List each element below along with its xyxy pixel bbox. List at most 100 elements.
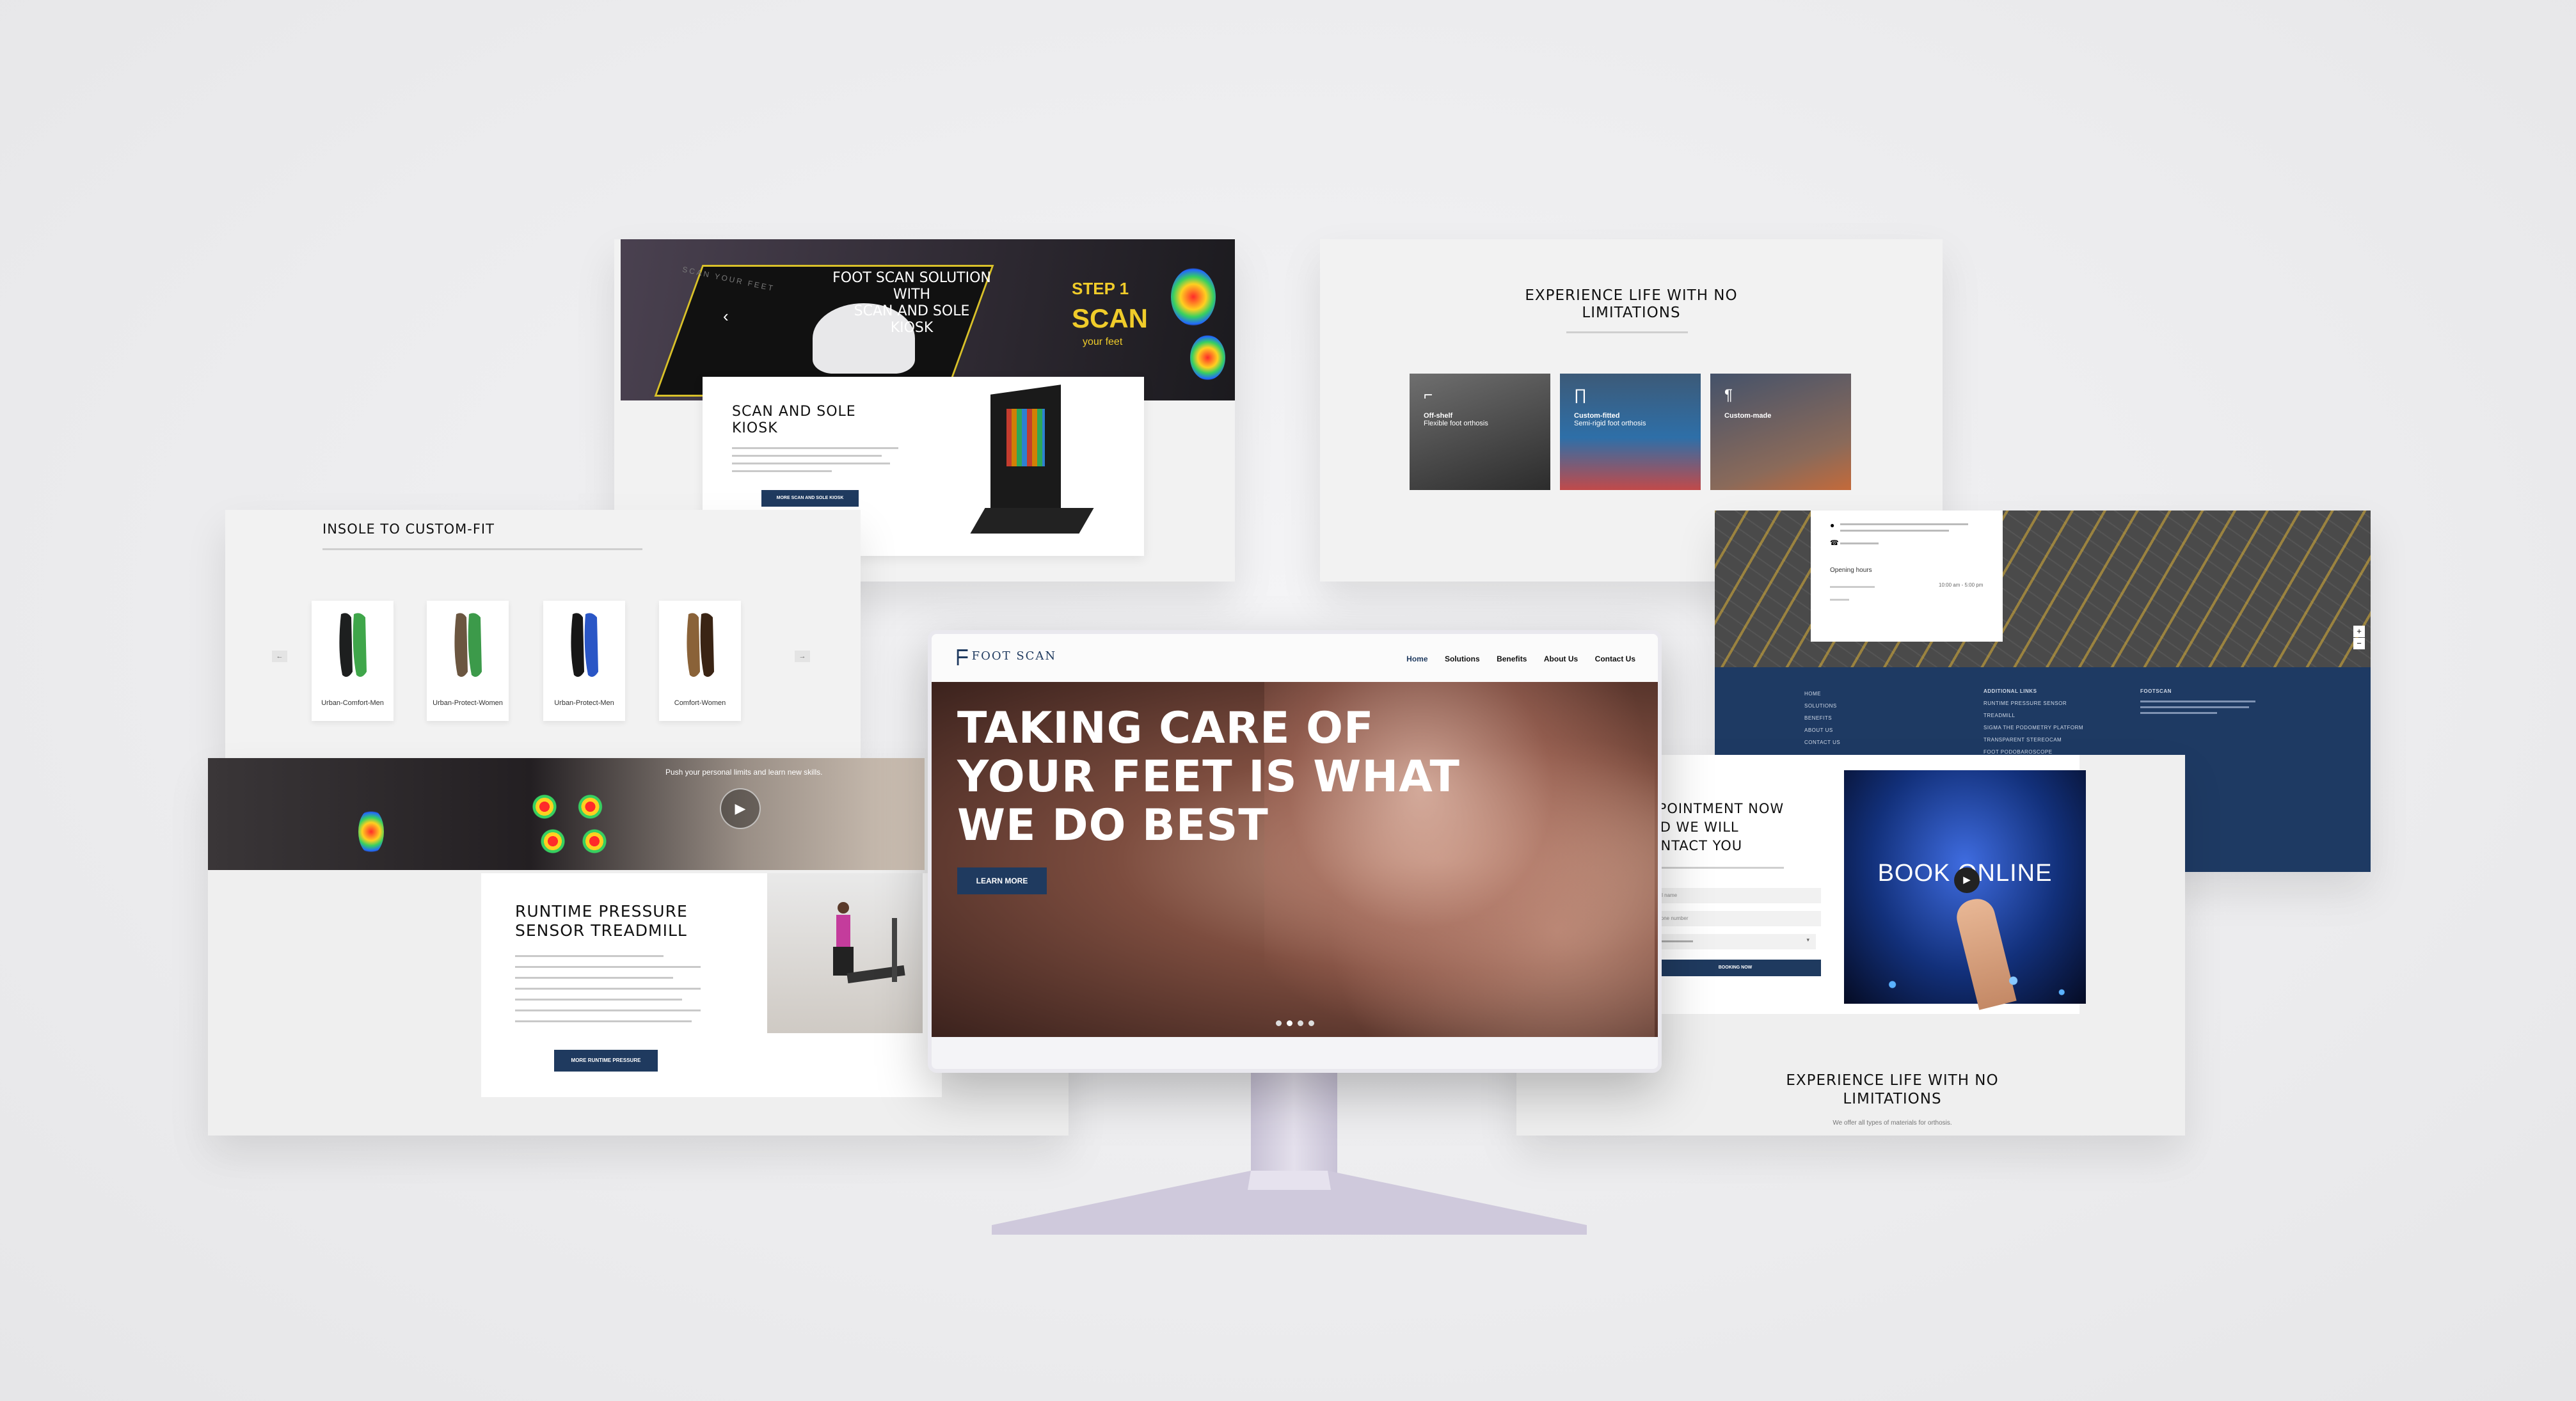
carousel-dot[interactable] bbox=[1297, 1020, 1303, 1026]
treadmill-banner: ▶ Push your personal limits and learn ne… bbox=[208, 758, 925, 870]
book-online-image[interactable]: BOOK ONLINE ▶ bbox=[1844, 770, 2086, 1010]
map-zoom-out-button[interactable]: − bbox=[2353, 638, 2365, 649]
foot-icon: ¶ bbox=[1724, 386, 1733, 404]
treadmill-title: RUNTIME PRESSURE SENSOR TREADMILL bbox=[515, 902, 688, 940]
insole-label: Urban-Protect-Men bbox=[554, 699, 614, 707]
footer-link[interactable]: FOOT PODOBAROSCOPE bbox=[1984, 749, 2083, 755]
nav-about-us[interactable]: About Us bbox=[1544, 654, 1578, 663]
footer-link[interactable]: TRANSPARENT STEREOCAM bbox=[1984, 737, 2083, 743]
insoles-title: INSOLE TO CUSTOM-FIT bbox=[322, 521, 495, 537]
footer-link[interactable]: ABOUT US bbox=[1804, 727, 1840, 733]
phone-icon: ☎ bbox=[1830, 539, 1839, 547]
offer-card-custommade[interactable]: ¶ Custom-made bbox=[1710, 374, 1851, 490]
offers-subtitle-line bbox=[1566, 331, 1688, 333]
bottom-title-line1: EXPERIENCE LIFE WITH NO bbox=[1786, 1072, 1999, 1089]
heatmap-icon bbox=[358, 809, 384, 854]
heatmap-icon bbox=[528, 784, 611, 860]
carousel-dots bbox=[932, 1018, 1658, 1029]
nav-benefits[interactable]: Benefits bbox=[1497, 654, 1527, 663]
boot-icon: ⌐ bbox=[1424, 386, 1433, 404]
footer-col-title: FOOTSCAN bbox=[2140, 688, 2172, 694]
bottom-title-line2: LIMITATIONS bbox=[1843, 1091, 1942, 1107]
logo[interactable]: ᖴ FOOT SCAN bbox=[956, 645, 1056, 671]
scan-sub: your feet bbox=[1083, 336, 1123, 347]
footer-link[interactable]: TREADMILL bbox=[1984, 713, 2083, 718]
carousel-next-button[interactable]: → bbox=[795, 651, 810, 662]
more-kiosk-button[interactable]: MORE SCAN AND SOLE KIOSK bbox=[761, 490, 859, 507]
hero-title-line1: TAKING CARE OF bbox=[957, 703, 1374, 754]
insole-card[interactable]: Comfort-Women bbox=[659, 601, 741, 721]
offers-title-line1: EXPERIENCE LIFE WITH NO bbox=[1525, 287, 1738, 304]
heatmap-icon bbox=[1171, 268, 1216, 326]
booking-now-button[interactable]: BOOKING NOW bbox=[1650, 960, 1821, 976]
offer-label: Custom-made bbox=[1724, 412, 1772, 420]
hero-title: TAKING CARE OF YOUR FEET IS WHAT WE DO B… bbox=[957, 704, 1460, 850]
offers-title-line2: LIMITATIONS bbox=[1582, 305, 1681, 321]
kiosk-title-line2: KIOSK bbox=[732, 420, 778, 436]
full-name-field[interactable]: Full name bbox=[1650, 888, 1821, 903]
insole-card[interactable]: Urban-Comfort-Men bbox=[312, 601, 394, 721]
banner-line1: FOOT SCAN SOLUTION bbox=[832, 270, 991, 286]
offer-label: Custom-fitted Semi-rigid foot orthosis bbox=[1574, 412, 1646, 427]
monitor-screen: ᖴ FOOT SCAN Home Solutions Benefits Abou… bbox=[928, 630, 1662, 1073]
date-select[interactable]: ▾ bbox=[1650, 934, 1816, 949]
play-video-button[interactable]: ▶ bbox=[720, 788, 761, 829]
carousel-dot[interactable] bbox=[1286, 1020, 1292, 1026]
insole-icon: ∏ bbox=[1574, 386, 1587, 404]
kiosk-card-title: SCAN AND SOLE KIOSK bbox=[732, 404, 856, 437]
prev-slide-icon[interactable]: ‹ bbox=[723, 306, 729, 326]
phone-number-field[interactable]: Phone number bbox=[1650, 911, 1821, 926]
nav-contact-us[interactable]: Contact Us bbox=[1595, 654, 1635, 663]
insole-image bbox=[687, 613, 714, 677]
bottom-offers-title: EXPERIENCE LIFE WITH NO LIMITATIONS bbox=[1600, 1072, 2185, 1109]
footer-link[interactable]: BENEFITS bbox=[1804, 715, 1840, 721]
footer-link[interactable]: CONTACT US bbox=[1804, 740, 1840, 745]
offer-card-offshelf[interactable]: ⌐ Off-shelf Flexible foot orthosis bbox=[1410, 374, 1550, 490]
opening-hours-label: Opening hours bbox=[1830, 567, 1872, 574]
step-badge: STEP 1 bbox=[1072, 279, 1129, 298]
main-nav: Home Solutions Benefits About Us Contact… bbox=[1392, 653, 1635, 665]
hero-section: TAKING CARE OF YOUR FEET IS WHAT WE DO B… bbox=[932, 682, 1658, 1037]
insole-image bbox=[339, 613, 367, 677]
insole-card[interactable]: Urban-Protect-Men bbox=[543, 601, 625, 721]
nav-solutions[interactable]: Solutions bbox=[1445, 654, 1480, 663]
play-video-button[interactable]: ▶ bbox=[1954, 867, 1980, 893]
insole-image bbox=[454, 613, 482, 677]
hours-range: 10:00 am - 5:00 pm bbox=[1939, 582, 1984, 588]
footer-link[interactable]: HOME bbox=[1804, 691, 1840, 697]
insoles-subtitle-line bbox=[322, 548, 642, 550]
footer-links-col1: HOME SOLUTIONS BENEFITS ABOUT US CONTACT… bbox=[1804, 691, 1840, 752]
carousel-dot[interactable] bbox=[1275, 1020, 1282, 1026]
site-header: ᖴ FOOT SCAN Home Solutions Benefits Abou… bbox=[932, 634, 1658, 682]
insoles-panel: INSOLE TO CUSTOM-FIT ← → Urban-Comfort-M… bbox=[225, 510, 861, 763]
footer-col-title: ADDITIONAL LINKS bbox=[1984, 688, 2037, 694]
treadmill-title-line2: SENSOR TREADMILL bbox=[515, 921, 687, 940]
learn-more-button[interactable]: LEARN MORE bbox=[957, 867, 1047, 894]
booking-title-line2: ND WE WILL bbox=[1650, 819, 1739, 835]
footer-link[interactable]: SIGMA THE PODOMETRY PLATFORM bbox=[1984, 725, 2083, 731]
more-treadmill-button[interactable]: MORE RUNTIME PRESSURE bbox=[554, 1050, 658, 1072]
carousel-prev-button[interactable]: ← bbox=[272, 651, 287, 662]
foot-logo-icon: ᖴ bbox=[956, 645, 969, 671]
monitor-stand-foot bbox=[992, 1171, 1587, 1235]
map-zoom-in-button[interactable]: + bbox=[2353, 626, 2365, 637]
insole-card[interactable]: Urban-Protect-Women bbox=[427, 601, 509, 721]
offer-card-customfitted[interactable]: ∏ Custom-fitted Semi-rigid foot orthosis bbox=[1560, 374, 1701, 490]
booking-subtitle-line bbox=[1650, 867, 1784, 869]
banner-line3: SCAN AND SOLE KIOSK bbox=[854, 303, 970, 336]
offer-label: Off-shelf Flexible foot orthosis bbox=[1424, 412, 1488, 427]
footer-link[interactable]: SOLUTIONS bbox=[1804, 703, 1840, 709]
booking-title-line1: PPOINTMENT NOW bbox=[1650, 801, 1785, 816]
carousel-dot[interactable] bbox=[1308, 1020, 1314, 1026]
nav-home[interactable]: Home bbox=[1406, 654, 1427, 663]
treadmill-runner-image bbox=[767, 873, 923, 1033]
treadmill-card: RUNTIME PRESSURE SENSOR TREADMILL MORE R… bbox=[481, 873, 942, 1097]
bottom-offers-subtitle: We offer all types of materials for orth… bbox=[1833, 1120, 1952, 1127]
banner-line2: WITH bbox=[893, 287, 931, 303]
insole-image bbox=[571, 613, 598, 677]
footer-link[interactable]: RUNTIME PRESSURE SENSOR bbox=[1984, 700, 2083, 706]
offers-title: EXPERIENCE LIFE WITH NO LIMITATIONS bbox=[1320, 287, 1943, 322]
insole-label: Urban-Comfort-Men bbox=[321, 699, 384, 707]
hero-title-line3: WE DO BEST bbox=[957, 800, 1269, 851]
banner-title: FOOT SCAN SOLUTION WITH SCAN AND SOLE KI… bbox=[832, 270, 992, 336]
